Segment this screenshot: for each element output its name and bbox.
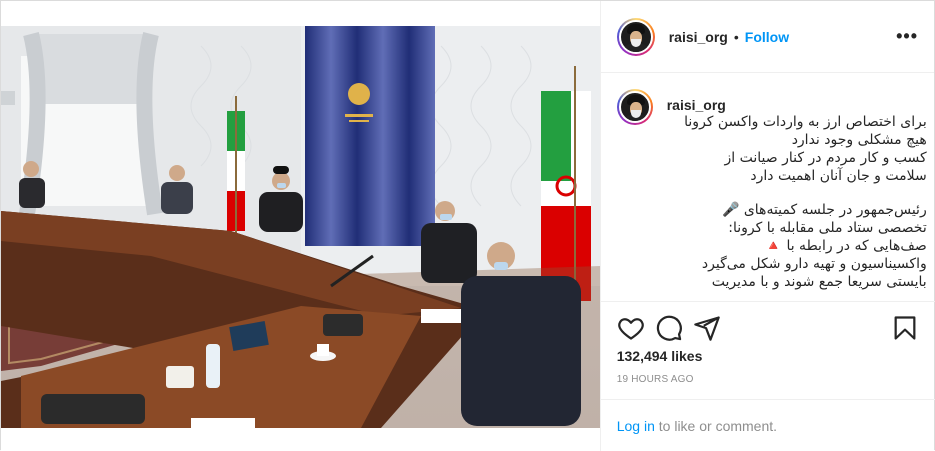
caption-text: برای اختصاص ارز به واردات واکسن کرونا هی… [667, 113, 927, 291]
caption-line: بایستی سریعا جمع شوند و با مدیریت [711, 274, 927, 290]
share-icon[interactable] [693, 314, 721, 342]
heart-icon[interactable] [617, 314, 645, 342]
instagram-post: raisi_org • Follow ••• raisi_org برای اخ… [0, 0, 935, 451]
caption-line: واکسیناسیون و تهیه دارو شکل می‌گیرد [701, 256, 927, 272]
post-actions: 132,494 likes 19 HOURS AGO [600, 301, 935, 385]
post-timestamp[interactable]: 19 HOURS AGO [617, 374, 919, 385]
caption-section[interactable]: raisi_org برای اختصاص ارز به واردات واکس… [601, 73, 935, 301]
caption-line: برای اختصاص ارز به واردات واکسن کرونا [684, 114, 927, 130]
post-media[interactable] [1, 1, 600, 451]
header-username[interactable]: raisi_org [669, 29, 728, 45]
caption-line: کسب و کار مردم در کنار صیانت از [724, 150, 927, 166]
comment-icon[interactable] [655, 314, 683, 342]
follow-button[interactable]: Follow [745, 29, 789, 45]
meeting-photo [1, 26, 600, 428]
caption-line: تخصصی ستاد ملی مقابله با کرونا: [728, 220, 927, 236]
bookmark-icon[interactable] [891, 314, 919, 342]
more-options-icon[interactable]: ••• [896, 26, 918, 47]
caption-line: صف‌هایی که در رابطه با 🔺 [764, 238, 927, 254]
separator-dot: • [733, 28, 739, 45]
login-link[interactable]: Log in [617, 418, 655, 434]
post-header: raisi_org • Follow ••• [600, 1, 934, 73]
caption-line: رئیس‌جمهور در جلسه کمیته‌های 🎤 [721, 202, 927, 218]
login-prompt-text: to like or comment. [654, 418, 778, 434]
caption-username[interactable]: raisi_org [667, 97, 927, 113]
caption-line: هیچ مشکلی وجود ندارد [791, 132, 927, 148]
caption-line: سلامت و جان آنان اهمیت دارد [750, 168, 927, 184]
avatar[interactable] [616, 17, 655, 56]
caption-avatar[interactable] [616, 89, 653, 125]
likes-count[interactable]: 132,494 likes [617, 348, 919, 364]
post-side-panel: raisi_org • Follow ••• raisi_org برای اخ… [599, 1, 935, 451]
login-prompt: Log in to like or comment. [600, 399, 935, 451]
post-photo[interactable] [1, 26, 600, 428]
